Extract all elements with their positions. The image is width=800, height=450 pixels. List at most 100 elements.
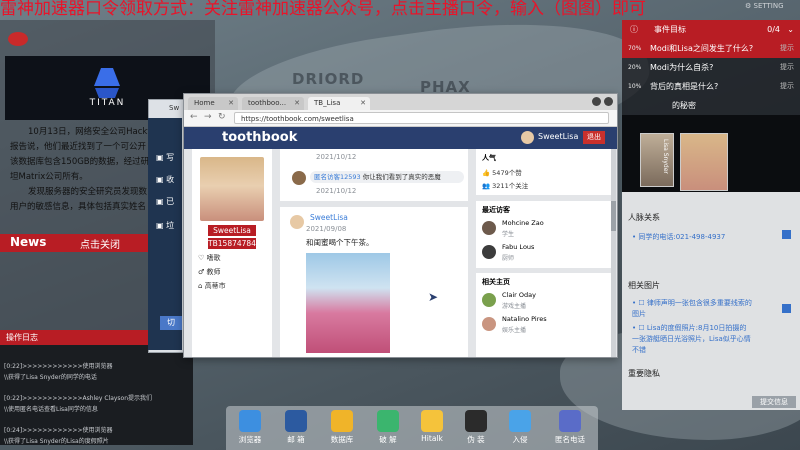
database-icon xyxy=(331,410,353,432)
event-item[interactable]: 70% Modi和Lisa之间发生了什么? 提示 xyxy=(622,39,800,58)
dock-intrude[interactable]: 入侵 xyxy=(500,410,540,445)
hint-button[interactable]: 提示 xyxy=(780,77,794,96)
close-icon[interactable]: ✕ xyxy=(228,97,234,110)
post-date: 2021/09/08 xyxy=(306,225,347,233)
scrollbar-thumb[interactable] xyxy=(611,201,616,231)
site-logo[interactable]: toothbook xyxy=(222,130,297,145)
post-date: 2021/10/12 xyxy=(316,153,357,161)
profile-detail: ♡ 嗜歌 xyxy=(198,254,221,262)
visitors-card: 最近访客 Mohcine Zao 学生 Fabu Lous 厨师 xyxy=(476,201,611,268)
related-card: 相关主页 Clair Oday 游戏主播 Natalino Pires 娱乐主播 xyxy=(476,273,611,357)
back-icon[interactable]: ← xyxy=(190,112,198,122)
related-name: Clair Oday xyxy=(502,291,536,299)
minimize-button[interactable] xyxy=(592,97,601,106)
comment-avatar xyxy=(292,171,306,185)
privacy-title: 重要隐私 xyxy=(628,369,660,378)
hint-button[interactable]: 提示 xyxy=(780,58,794,77)
edit-icon[interactable] xyxy=(782,304,791,313)
forward-icon[interactable]: → xyxy=(204,112,212,122)
log-entry: [0:22]>>>>>>>>>>>>使用浏览器 xyxy=(4,363,113,370)
logout-button[interactable]: 退出 xyxy=(583,131,605,144)
scrollbar[interactable] xyxy=(611,149,616,357)
chat-icon xyxy=(421,410,443,432)
comment-text: 你让我们看到了真实的恶魔 xyxy=(362,173,441,181)
intrude-icon xyxy=(509,410,531,432)
mail-item[interactable]: ▣ 已 xyxy=(156,196,174,207)
hint-button[interactable]: 提示 xyxy=(780,39,794,58)
visitor-role: 学生 xyxy=(502,231,515,238)
likes-count: 👍 5479个赞 xyxy=(482,169,522,177)
event-item[interactable]: 20% Modi为什么自杀? 提示 xyxy=(622,58,800,77)
tab-toothbook[interactable]: toothboo... ✕ xyxy=(242,97,304,110)
tab-bar: Home ✕ toothboo... ✕ TB_Lisa ✕ xyxy=(184,94,617,110)
mask-icon xyxy=(465,410,487,432)
log-entry: \\获得了Lisa Snyder的Lisa的度假照片 xyxy=(4,438,109,445)
edit-icon[interactable] xyxy=(782,230,791,239)
post-avatar xyxy=(290,215,304,229)
photo-item[interactable]: • ☐ Lisa的度假照片:8月10日拍摄的一张游艇晒日光浴照片，Lisa似乎心… xyxy=(632,323,752,356)
event-text: Modi为什么自杀? xyxy=(650,63,714,72)
close-window-button[interactable] xyxy=(604,97,613,106)
profile-id: TB15874784 xyxy=(208,238,256,249)
related-role: 游戏主播 xyxy=(502,303,527,310)
avatar xyxy=(482,221,496,235)
chevron-down-icon[interactable]: ⌄ xyxy=(787,20,794,39)
related-title: 相关主页 xyxy=(482,278,510,286)
trash-icon: ▣ xyxy=(156,221,164,230)
info-icon: ⓘ xyxy=(630,25,638,34)
visitor-role: 厨师 xyxy=(502,255,515,262)
events-title: 事件目标 xyxy=(654,25,686,34)
dock: 浏览器 邮 箱 数据库 破 解 Hitalk 伪 装 入侵 匿名电话 xyxy=(226,406,598,450)
feed-post-card: SweetLisa 2021/09/08 和闺蜜喝个下午茶。 xyxy=(280,207,468,357)
log-entry: \\获得了Lisa Snyder的同学的电话 xyxy=(4,374,97,381)
submit-button[interactable]: 提交信息 xyxy=(752,396,796,408)
comment-bubble: 匿名访客12593 你让我们看到了真实的恶魔 xyxy=(310,171,464,183)
news-logo-small xyxy=(8,32,28,46)
mail-item[interactable]: ▣ 垃 xyxy=(156,220,174,231)
news-close-button[interactable]: 点击关闭 xyxy=(80,236,120,251)
photo-item[interactable]: • ☐ 律师声明一张包含很多重要线索的图片 xyxy=(632,298,752,320)
close-icon[interactable]: ✕ xyxy=(294,97,300,110)
reload-icon[interactable]: ↻ xyxy=(218,112,226,122)
avatar xyxy=(482,245,496,259)
dock-browser[interactable]: 浏览器 xyxy=(230,410,270,445)
dock-anon-phone[interactable]: 匿名电话 xyxy=(546,410,594,445)
feed-top-card: 2021/10/12 匿名访客12593 你让我们看到了真实的恶魔 2021/1… xyxy=(280,149,468,201)
dock-disguise[interactable]: 伪 装 xyxy=(456,410,496,445)
mail-item[interactable]: ▣ 写 xyxy=(156,152,174,163)
dock-hitalk[interactable]: Hitalk xyxy=(412,410,452,443)
tab-tb-lisa[interactable]: TB_Lisa ✕ xyxy=(308,97,370,110)
popularity-title: 人气 xyxy=(482,154,496,162)
thumbs-up-icon: 👍 xyxy=(482,169,491,177)
phone-icon xyxy=(559,410,581,432)
comment-user[interactable]: 匿名访客12593 xyxy=(314,173,361,181)
mail-switch-button[interactable]: 切 xyxy=(160,316,182,330)
mail-item[interactable]: ▣ 收 xyxy=(156,174,174,185)
log-entry: [0:22]>>>>>>>>>>>>Ashley Clayson提示我们 xyxy=(4,395,153,402)
event-item[interactable]: 10% 背后的真相是什么? 提示 xyxy=(622,77,800,96)
pen-icon: ▣ xyxy=(156,153,164,162)
dossier-photo[interactable] xyxy=(680,133,728,191)
relations-title: 人脉关系 xyxy=(628,213,660,222)
news-tab-label: News xyxy=(10,235,47,249)
dock-database[interactable]: 数据库 xyxy=(322,410,362,445)
browser-icon xyxy=(239,410,261,432)
post-user[interactable]: SweetLisa xyxy=(310,213,348,222)
page-content: SweetLisa TB15874784 ♡ 嗜歌 ♂ 教师 ⌂ 高蒂市 202… xyxy=(184,149,617,357)
address-bar: ← → ↻ https://toothbook.com/sweetlisa xyxy=(184,110,617,127)
dossier-photo-label: Lisa Snyder xyxy=(662,139,669,174)
dock-mail[interactable]: 邮 箱 xyxy=(276,410,316,445)
events-count: 0/4 xyxy=(767,25,780,34)
event-item[interactable]: 的秘密 xyxy=(622,96,800,115)
profile-detail: ⌂ 高蒂市 xyxy=(198,282,226,290)
dock-crack[interactable]: 破 解 xyxy=(368,410,408,445)
url-input[interactable]: https://toothbook.com/sweetlisa xyxy=(234,112,609,124)
log-entry: [0:24]>>>>>>>>>>>>使用浏览器 xyxy=(4,427,113,434)
tab-home[interactable]: Home ✕ xyxy=(188,97,238,110)
relation-item[interactable]: • 同学的电话:021-498-4937 xyxy=(632,232,782,243)
setting-button[interactable]: ⚙ SETTING xyxy=(745,2,784,10)
follows-count: 👥 3211个关注 xyxy=(482,182,529,190)
dossier-photos: Lisa Snyder xyxy=(622,115,800,192)
close-icon[interactable]: ✕ xyxy=(360,97,366,110)
map-label: DRIORD xyxy=(292,70,365,88)
